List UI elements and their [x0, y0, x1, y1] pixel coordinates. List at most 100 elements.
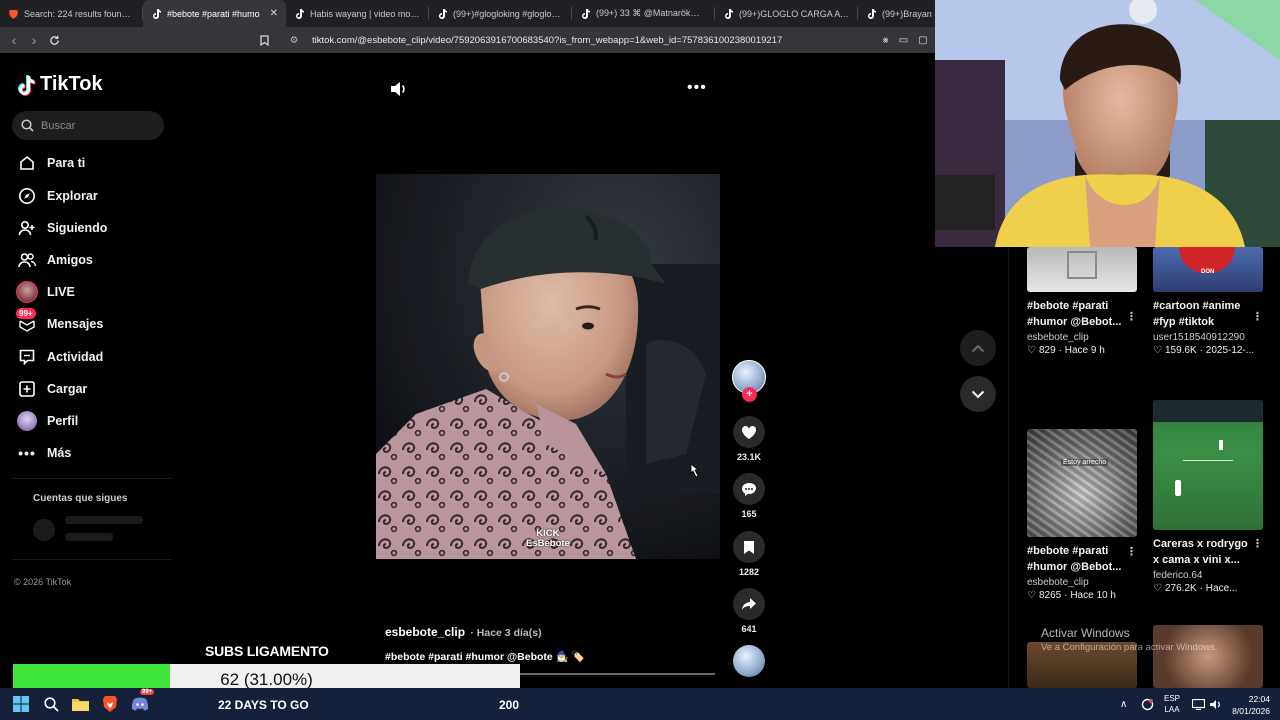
- video-player[interactable]: KICK EsBebote: [376, 174, 720, 559]
- windows-taskbar: 99+ 22 DAYS TO GO 200 ∧ ESP LAA 22:04 8/…: [0, 688, 1280, 720]
- recommendation-card[interactable]: #bebote #parati #humor @Bebot... ⋮ esbeb…: [1027, 247, 1139, 356]
- comment-button[interactable]: 165: [731, 473, 767, 519]
- next-video-button[interactable]: [960, 376, 996, 412]
- reload-icon[interactable]: [44, 30, 64, 50]
- card-author[interactable]: esbebote_clip: [1027, 332, 1139, 343]
- sidebar-item-mas[interactable]: ••• Más: [16, 441, 71, 465]
- like-count: 23.1K: [736, 452, 762, 462]
- windows-logo-icon: [13, 696, 29, 712]
- card-more-icon[interactable]: ⋮: [1126, 310, 1137, 323]
- sidebar-item-actividad[interactable]: Actividad: [16, 345, 103, 369]
- clock-date: 8/01/2026: [1232, 706, 1270, 716]
- card-author[interactable]: user1518540912290: [1153, 332, 1265, 343]
- next-author-avatar[interactable]: [733, 645, 765, 677]
- search-input[interactable]: [41, 119, 151, 132]
- heart-outline-icon: ♡: [1153, 345, 1162, 356]
- card-author[interactable]: esbebote_clip: [1027, 577, 1139, 588]
- card-more-icon[interactable]: ⋮: [1252, 537, 1263, 550]
- card-title[interactable]: Careras x rodrygo x cama x vini x...: [1153, 536, 1253, 568]
- video-thumbnail[interactable]: [1027, 247, 1137, 292]
- tiktok-logo-icon: [18, 74, 36, 96]
- sidebar-item-mensajes[interactable]: 99+ Mensajes: [16, 308, 104, 336]
- card-title[interactable]: #bebote #parati #humor @Bebot...: [1027, 543, 1127, 575]
- translate-icon[interactable]: ⨳: [883, 35, 889, 46]
- author-avatar-button[interactable]: +: [731, 360, 767, 402]
- tray-chevron-icon[interactable]: ∧: [1120, 688, 1127, 720]
- network-icon[interactable]: [1192, 688, 1205, 720]
- card-title[interactable]: #cartoon #anime #fyp #tiktok: [1153, 298, 1253, 330]
- sidebar-item-label: Siguiendo: [47, 221, 108, 235]
- video-description[interactable]: #bebote #parati #humor @Bebote 🧙‍♂️ 🏷️: [385, 650, 585, 663]
- tiktok-logo[interactable]: TikTok: [16, 73, 103, 96]
- card-likes: 8265: [1038, 590, 1062, 601]
- recommendation-card[interactable]: Estoy arrecho #bebote #parati #humor @Be…: [1027, 429, 1139, 601]
- skeleton-line: [65, 533, 113, 541]
- sidebar-item-perfil[interactable]: Perfil: [16, 409, 78, 433]
- like-button[interactable]: 23.1K: [731, 416, 767, 462]
- windows-activation-hint: Ve a Configuración para activar Windows.: [1041, 642, 1218, 653]
- card-more-icon[interactable]: ⋮: [1126, 545, 1137, 558]
- video-thumbnail[interactable]: [1153, 625, 1263, 688]
- video-thumbnail[interactable]: [1153, 400, 1263, 530]
- video-author-line: esbebote_clip · Hace 3 día(s): [385, 625, 542, 639]
- recommendation-card[interactable]: DON #cartoon #anime #fyp #tiktok ⋮ user1…: [1153, 247, 1265, 356]
- volume-tray-icon[interactable]: [1209, 688, 1222, 720]
- browser-tab[interactable]: Search: 224 results found for "j: [0, 0, 143, 27]
- screenshot-icon[interactable]: ▢: [918, 35, 927, 46]
- browser-tab[interactable]: #bebote #parati #humo ✕: [143, 0, 286, 27]
- follow-plus-icon[interactable]: +: [742, 387, 757, 402]
- site-info-icon[interactable]: ⚙: [284, 35, 304, 46]
- share-count: 641: [741, 624, 757, 634]
- sidebar-item-para-ti[interactable]: Para ti: [16, 151, 85, 175]
- sidebar-item-label: Explorar: [47, 189, 98, 203]
- sidebar-item-live[interactable]: LIVE: [16, 280, 75, 304]
- cast-icon[interactable]: ▭: [899, 35, 908, 46]
- tray-app-icon[interactable]: [1141, 688, 1154, 720]
- card-likes: 159.6K: [1164, 345, 1197, 356]
- file-explorer-icon[interactable]: [70, 694, 90, 714]
- language-indicator[interactable]: ESP LAA: [1164, 688, 1180, 720]
- taskbar-clock[interactable]: 22:04 8/01/2026: [1228, 693, 1270, 717]
- more-options-icon[interactable]: •••: [687, 79, 707, 97]
- close-tab-icon[interactable]: ✕: [270, 8, 278, 19]
- search-box[interactable]: [12, 111, 164, 140]
- forward-icon[interactable]: ›: [24, 30, 44, 50]
- address-bar[interactable]: ⚙ tiktok.com/@esbebote_clip/video/759206…: [284, 30, 954, 50]
- browser-tab[interactable]: (99+)GLOGLO CARGA A EMIY: [715, 0, 858, 27]
- volume-icon[interactable]: [390, 81, 408, 102]
- sidebar-item-siguiendo[interactable]: Siguiendo: [16, 216, 107, 240]
- share-button[interactable]: 641: [731, 588, 767, 634]
- browser-tab[interactable]: (99+)Brayan So: [858, 0, 935, 27]
- upload-icon: [16, 378, 38, 400]
- browser-tab[interactable]: Habis wayang | video modifika: [286, 0, 429, 27]
- save-button[interactable]: 1282: [731, 531, 767, 577]
- card-title[interactable]: #bebote #parati #humor @Bebot...: [1027, 298, 1127, 330]
- sidebar-item-label: Mensajes: [47, 317, 104, 331]
- browser-toolbar: ‹ › ⚙ tiktok.com/@esbebote_clip/video/75…: [0, 27, 946, 53]
- browser-tab[interactable]: (99+) 33 ⌘ @Matnarök🐲 #fy: [572, 0, 715, 27]
- video-author[interactable]: esbebote_clip: [385, 625, 465, 639]
- sidebar-divider: [12, 478, 172, 479]
- video-progress-bar[interactable]: [520, 673, 715, 675]
- brave-browser-icon[interactable]: [100, 694, 120, 714]
- browser-tab-strip: Search: 224 results found for "j #bebote …: [0, 0, 935, 27]
- video-thumbnail[interactable]: DON: [1153, 247, 1263, 292]
- sidebar-item-explorar[interactable]: Explorar: [16, 184, 98, 208]
- browser-tab[interactable]: (99+)#glogloking #glogloplay: [429, 0, 572, 27]
- sidebar-item-amigos[interactable]: Amigos: [16, 248, 93, 272]
- sidebar-item-cargar[interactable]: Cargar: [16, 377, 87, 401]
- card-author[interactable]: federico.64: [1153, 570, 1265, 581]
- recommendation-card[interactable]: Careras x rodrygo x cama x vini x... ⋮ f…: [1153, 400, 1265, 594]
- back-icon[interactable]: ‹: [4, 30, 24, 50]
- comment-icon: [733, 473, 765, 505]
- discord-icon[interactable]: 99+: [130, 689, 155, 714]
- start-button[interactable]: [11, 694, 31, 714]
- previous-video-button[interactable]: [960, 330, 996, 366]
- card-more-icon[interactable]: ⋮: [1252, 310, 1263, 323]
- bookmark-icon[interactable]: [254, 30, 274, 50]
- search-icon: [21, 119, 34, 132]
- taskbar-search-icon[interactable]: [41, 694, 61, 714]
- mouse-cursor-icon: [690, 463, 700, 478]
- video-thumbnail[interactable]: Estoy arrecho: [1027, 429, 1137, 537]
- thumbnail-caption: Estoy arrecho: [1061, 459, 1109, 466]
